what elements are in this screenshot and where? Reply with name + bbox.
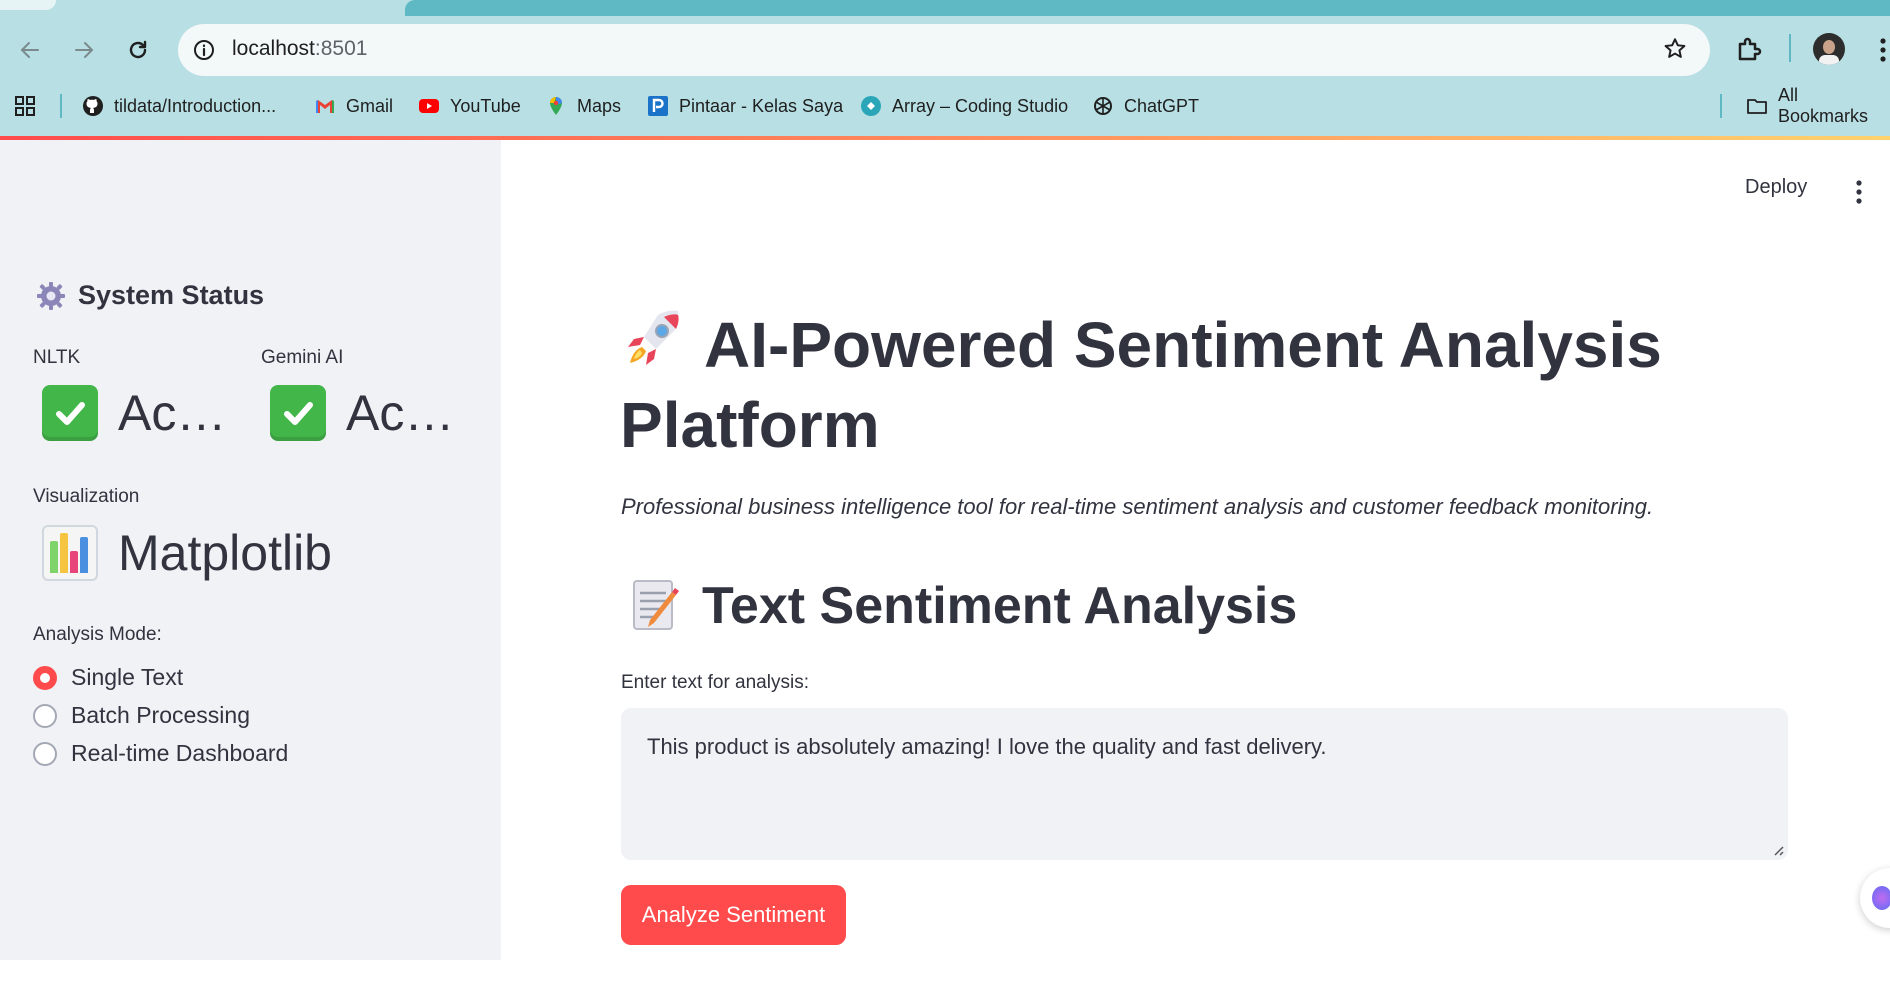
check-mark-icon xyxy=(42,385,98,441)
main-menu-icon[interactable] xyxy=(1852,178,1866,206)
floating-assistant-button[interactable] xyxy=(1860,868,1890,928)
profile-avatar[interactable] xyxy=(1813,33,1845,65)
array-icon xyxy=(861,96,881,116)
bookmark-maps[interactable]: Maps xyxy=(545,92,621,120)
rocket-icon xyxy=(628,310,679,365)
metric-value: Matplotlib xyxy=(118,525,332,581)
section-title-text: Text Sentiment Analysis xyxy=(702,577,1298,635)
bookmark-chatgpt[interactable]: ChatGPT xyxy=(1092,92,1199,120)
apps-grid-icon xyxy=(15,96,35,116)
info-icon[interactable] xyxy=(192,38,216,62)
reload-icon xyxy=(129,40,147,59)
text-input-label: Enter text for analysis: xyxy=(621,672,809,693)
toolbar-divider xyxy=(1789,34,1791,62)
bookmark-pintaar[interactable]: Pintaar - Kelas Saya xyxy=(647,92,843,120)
reload-button[interactable] xyxy=(120,32,156,68)
forward-button[interactable] xyxy=(66,32,102,68)
bookmark-array[interactable]: Array – Coding Studio xyxy=(860,92,1068,120)
bottom-area xyxy=(0,960,1890,1000)
apps-button[interactable] xyxy=(14,92,36,120)
radio-button-selected[interactable] xyxy=(33,665,57,690)
pintaar-icon xyxy=(648,96,668,116)
metric-nltk: Ac… xyxy=(42,384,226,442)
radio-button[interactable] xyxy=(33,703,57,728)
back-button[interactable] xyxy=(12,32,48,68)
analyze-sentiment-button[interactable]: Analyze Sentiment xyxy=(621,885,846,945)
radio-single-text[interactable]: Single Text xyxy=(33,664,183,691)
address-bar[interactable]: localhost:8501 xyxy=(178,24,1710,76)
page-title: AI-Powered Sentiment Analysis Platform xyxy=(620,305,1810,465)
youtube-icon xyxy=(419,99,439,113)
bookmark-gmail[interactable]: Gmail xyxy=(314,92,393,120)
radio-batch-processing[interactable]: Batch Processing xyxy=(33,702,250,729)
bookmark-label: tildata/Introduction... xyxy=(114,95,277,116)
metric-value: Ac… xyxy=(118,385,227,441)
url-host: localhost xyxy=(232,37,315,60)
radio-label: Single Text xyxy=(71,664,184,690)
bookmark-youtube[interactable]: YouTube xyxy=(418,92,521,120)
text-area-value: This product is absolutely amazing! I lo… xyxy=(647,734,1327,759)
bookmarks-divider xyxy=(60,94,62,118)
sidebar-title-text: System Status xyxy=(78,280,265,310)
metric-value: Ac… xyxy=(346,385,455,441)
analysis-mode-label: Analysis Mode: xyxy=(33,624,162,645)
puzzle-icon[interactable] xyxy=(1735,34,1765,64)
bookmark-label: Array – Coding Studio xyxy=(892,95,1069,116)
arrow-left-icon xyxy=(20,42,39,58)
check-mark-icon xyxy=(270,385,326,441)
resize-handle-icon[interactable] xyxy=(1770,842,1784,856)
radio-label: Real-time Dashboard xyxy=(71,740,289,766)
metric-label-visualization: Visualization xyxy=(33,486,140,507)
page-subtitle: Professional business intelligence tool … xyxy=(621,494,1654,519)
page-title-text: AI-Powered Sentiment Analysis Platform xyxy=(620,309,1662,461)
analysis-text-area[interactable]: This product is absolutely amazing! I lo… xyxy=(621,708,1788,860)
gear-icon xyxy=(37,281,65,310)
tab-strip-background xyxy=(405,0,1890,16)
bookmarks-divider xyxy=(1720,94,1722,118)
star-icon[interactable] xyxy=(1662,36,1688,62)
deploy-button[interactable]: Deploy xyxy=(1745,176,1807,199)
metric-label-gemini: Gemini AI xyxy=(261,347,344,368)
memo-icon xyxy=(633,580,679,630)
url-text[interactable]: localhost:8501 xyxy=(232,37,367,61)
sidebar-title: System Status xyxy=(36,280,264,311)
folder-icon xyxy=(1747,99,1767,114)
bookmark-label: YouTube xyxy=(450,95,521,116)
section-title: Text Sentiment Analysis xyxy=(630,576,1297,636)
radio-button[interactable] xyxy=(33,741,57,766)
active-tab[interactable] xyxy=(0,0,56,10)
bookmark-label: ChatGPT xyxy=(1124,95,1200,116)
maps-icon xyxy=(550,97,562,115)
gmail-icon xyxy=(316,100,334,113)
browser-menu-icon[interactable] xyxy=(1876,36,1890,64)
metric-gemini: Ac… xyxy=(270,384,454,442)
radio-label: Batch Processing xyxy=(71,702,250,728)
radio-realtime-dashboard[interactable]: Real-time Dashboard xyxy=(33,740,288,767)
bookmark-label: Gmail xyxy=(346,95,394,116)
assistant-icon xyxy=(1872,886,1890,910)
github-icon xyxy=(83,96,103,116)
tab-strip xyxy=(0,0,1890,16)
bookmark-label: Maps xyxy=(577,95,622,116)
chatgpt-icon xyxy=(1094,97,1112,115)
all-bookmarks-button[interactable]: All Bookmarks xyxy=(1746,85,1890,126)
bookmark-github[interactable]: tildata/Introduction... xyxy=(82,92,276,120)
bar-chart-icon xyxy=(42,525,98,581)
metric-label-nltk: NLTK xyxy=(33,347,81,368)
url-port: :8501 xyxy=(314,37,368,60)
all-bookmarks-label: All Bookmarks xyxy=(1778,85,1869,126)
metric-visualization: Matplotlib xyxy=(42,524,332,582)
arrow-right-icon xyxy=(75,42,94,58)
bookmark-label: Pintaar - Kelas Saya xyxy=(679,95,844,116)
